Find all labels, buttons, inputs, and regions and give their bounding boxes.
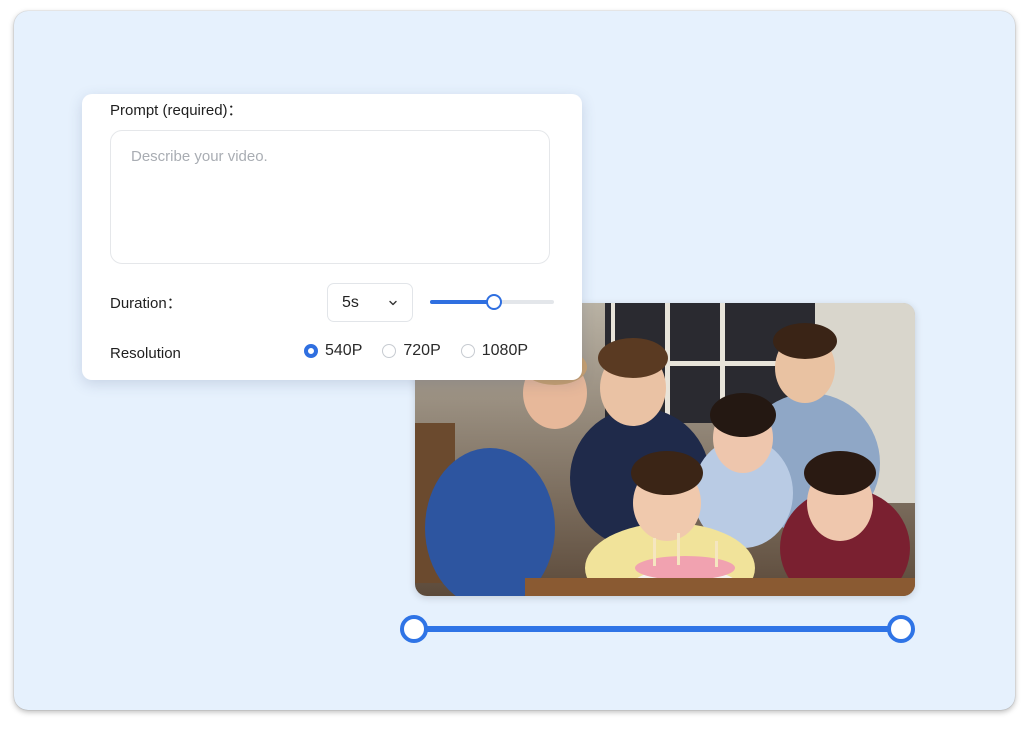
duration-slider-fill — [430, 300, 495, 304]
duration-value: 5s — [342, 293, 359, 311]
duration-slider[interactable] — [430, 294, 554, 310]
resolution-label: Resolution — [110, 345, 181, 362]
trim-start-handle[interactable] — [400, 615, 428, 643]
trim-end-handle[interactable] — [887, 615, 915, 643]
duration-select[interactable]: 5s — [327, 283, 413, 322]
trim-range-line — [414, 626, 901, 632]
radio-1080p[interactable] — [460, 344, 475, 358]
duration-label: Duration： — [110, 295, 182, 312]
radio-720p[interactable] — [382, 344, 397, 358]
resolution-options: 540P 720P 1080P — [304, 342, 528, 360]
prompt-label: Prompt (required)： — [110, 102, 243, 119]
prompt-input[interactable] — [111, 131, 549, 263]
resolution-option-720p[interactable]: 720P — [382, 342, 441, 360]
duration-slider-thumb[interactable] — [486, 294, 503, 310]
resolution-option-label: 1080P — [481, 342, 529, 359]
resolution-option-label: 540P — [325, 342, 363, 359]
canvas-card: Prompt (required)： Duration： 5s Resoluti… — [14, 11, 1015, 710]
chevron-down-icon — [389, 300, 397, 305]
resolution-option-label: 720P — [403, 342, 441, 359]
resolution-option-1080p[interactable]: 1080P — [460, 342, 529, 360]
prompt-box — [110, 130, 550, 264]
video-settings-panel: Prompt (required)： Duration： 5s Resoluti… — [82, 94, 582, 380]
radio-540p[interactable] — [304, 344, 318, 358]
resolution-option-540p[interactable]: 540P — [304, 342, 362, 360]
trim-timeline[interactable] — [400, 614, 915, 644]
